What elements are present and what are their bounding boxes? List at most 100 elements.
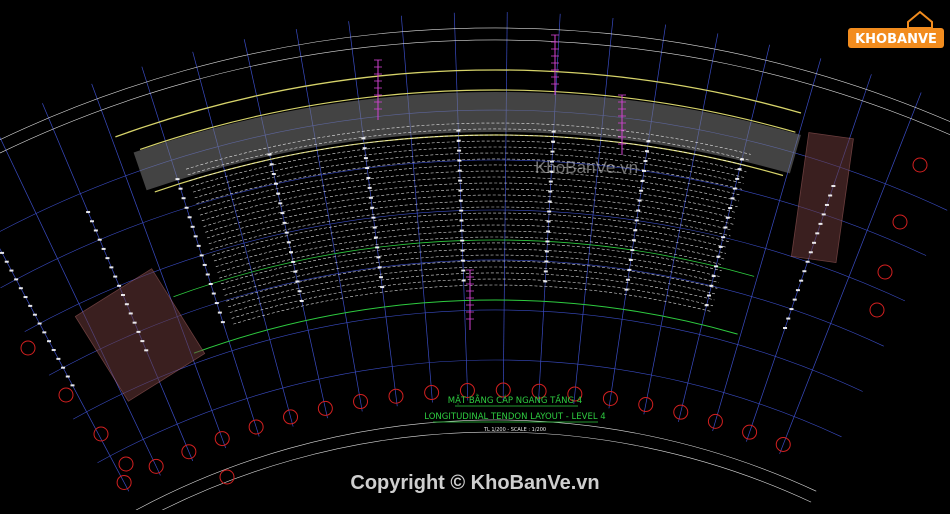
tendon-anchor — [815, 232, 820, 235]
grid-bubble — [869, 302, 885, 318]
tendon-anchor — [550, 150, 555, 153]
tendon-anchor — [0, 251, 5, 254]
tendon-anchor — [28, 304, 33, 307]
tendon-anchor — [711, 275, 716, 278]
tendon-anchor — [32, 313, 37, 316]
tendon-anchor — [363, 157, 368, 160]
tendon-anchor — [184, 206, 189, 209]
tendon-anchor — [721, 236, 726, 239]
tendon-anchor — [205, 273, 210, 276]
floor-plan-svg: MẶT BẰNG CÁP NGANG TẦNG 4 LONGITUDINAL T… — [0, 12, 950, 514]
tendon-anchor — [217, 311, 222, 314]
tendon-anchor — [377, 266, 382, 269]
tendon-anchor — [824, 203, 829, 206]
tendon-anchor — [460, 259, 465, 262]
drawing-title-vietnamese: MẶT BẰNG CÁP NGANG TẦNG 4 — [448, 393, 582, 406]
tendon-anchor — [625, 278, 630, 281]
tendon-anchor — [187, 216, 192, 219]
tendon-anchor — [543, 270, 548, 273]
tendon-anchor — [4, 260, 9, 263]
tendon-anchor — [37, 322, 42, 325]
tendon-anchor — [457, 149, 462, 152]
house-logo-icon: KHOBANVE — [848, 10, 944, 48]
tendon-anchor — [271, 173, 276, 176]
tendon-anchor — [284, 231, 289, 234]
tendon-anchor — [805, 260, 810, 263]
tendon-anchor — [362, 147, 367, 150]
tendon-anchor — [51, 349, 56, 352]
tendon-anchor — [47, 340, 52, 343]
tendon-anchor — [624, 288, 629, 291]
tendon-line — [194, 152, 744, 199]
tendon-anchor — [547, 210, 552, 213]
tendon-anchor — [136, 330, 141, 333]
tendon-anchor — [718, 245, 723, 248]
tendon-anchor — [278, 202, 283, 205]
cad-drawing-canvas: MẶT BẰNG CÁP NGANG TẦNG 4 LONGITUDINAL T… — [0, 0, 950, 514]
tendon-anchor — [214, 302, 219, 305]
tendon-anchor — [128, 312, 133, 315]
tendon-anchor — [646, 140, 651, 143]
tendon-anchor — [709, 284, 714, 287]
tendon-anchor — [735, 177, 740, 180]
tendon-anchor — [546, 220, 551, 223]
tendon-anchor — [295, 280, 300, 283]
tendon-anchor — [371, 216, 376, 219]
tendon-anchor — [193, 235, 198, 238]
tendon-anchor — [789, 308, 794, 311]
tendon-anchor — [544, 250, 549, 253]
grid-bubble — [877, 264, 893, 280]
tendon-anchor — [631, 239, 636, 242]
tendon-anchor — [291, 260, 296, 263]
tendon-anchor — [786, 317, 791, 320]
tendon-anchor — [633, 229, 638, 232]
tendon-anchor — [144, 349, 149, 352]
tendon-anchor — [202, 263, 207, 266]
tendon-anchor — [461, 269, 466, 272]
tendon-anchor — [86, 211, 91, 214]
tendon-anchor — [220, 321, 225, 324]
tendon-line — [203, 182, 737, 227]
tendon-anchor — [190, 225, 195, 228]
tendon-anchor — [458, 199, 463, 202]
tendon-anchor — [361, 137, 366, 140]
tendon-anchor — [456, 139, 461, 142]
tendon-anchor — [459, 219, 464, 222]
copyright-text: Copyright © KhoBanVe.vn — [350, 472, 600, 494]
tendon-anchor — [630, 249, 635, 252]
slab-outline — [74, 69, 854, 402]
tendon-anchor — [716, 255, 721, 258]
tendon-anchor — [370, 206, 375, 209]
tendon-anchor — [65, 375, 70, 378]
tendon-anchor — [120, 294, 125, 297]
tendon-anchor — [723, 226, 728, 229]
tendon-anchor — [376, 256, 381, 259]
tendon-anchor — [373, 236, 378, 239]
grid-bubble — [912, 157, 928, 173]
tendon-anchor — [547, 200, 552, 203]
tendon-anchor — [56, 357, 61, 360]
tendon-anchor — [551, 140, 556, 143]
tendon-anchor — [105, 257, 110, 260]
tendon-anchor — [269, 163, 274, 166]
tendon-anchor — [543, 280, 548, 283]
tendon-anchor — [18, 287, 23, 290]
tendon-anchor — [97, 238, 102, 241]
tendon-anchor — [704, 304, 709, 307]
tendon-anchor — [459, 209, 464, 212]
tendon-anchor — [61, 366, 66, 369]
tendon-anchor — [372, 226, 377, 229]
tendon-anchor — [642, 169, 647, 172]
tendon-anchor — [634, 219, 639, 222]
core-block-right — [790, 132, 854, 264]
tendon-anchor — [456, 129, 461, 132]
tendon-anchor — [109, 266, 114, 269]
tendon-anchor — [460, 239, 465, 242]
tendon-anchor — [551, 130, 556, 133]
tendon-anchor — [89, 220, 94, 223]
tendon-anchor — [267, 153, 272, 156]
tendon-anchor — [546, 230, 551, 233]
tendon-anchor — [639, 189, 644, 192]
tendon-anchor — [367, 186, 372, 189]
tendon-anchor — [792, 298, 797, 301]
